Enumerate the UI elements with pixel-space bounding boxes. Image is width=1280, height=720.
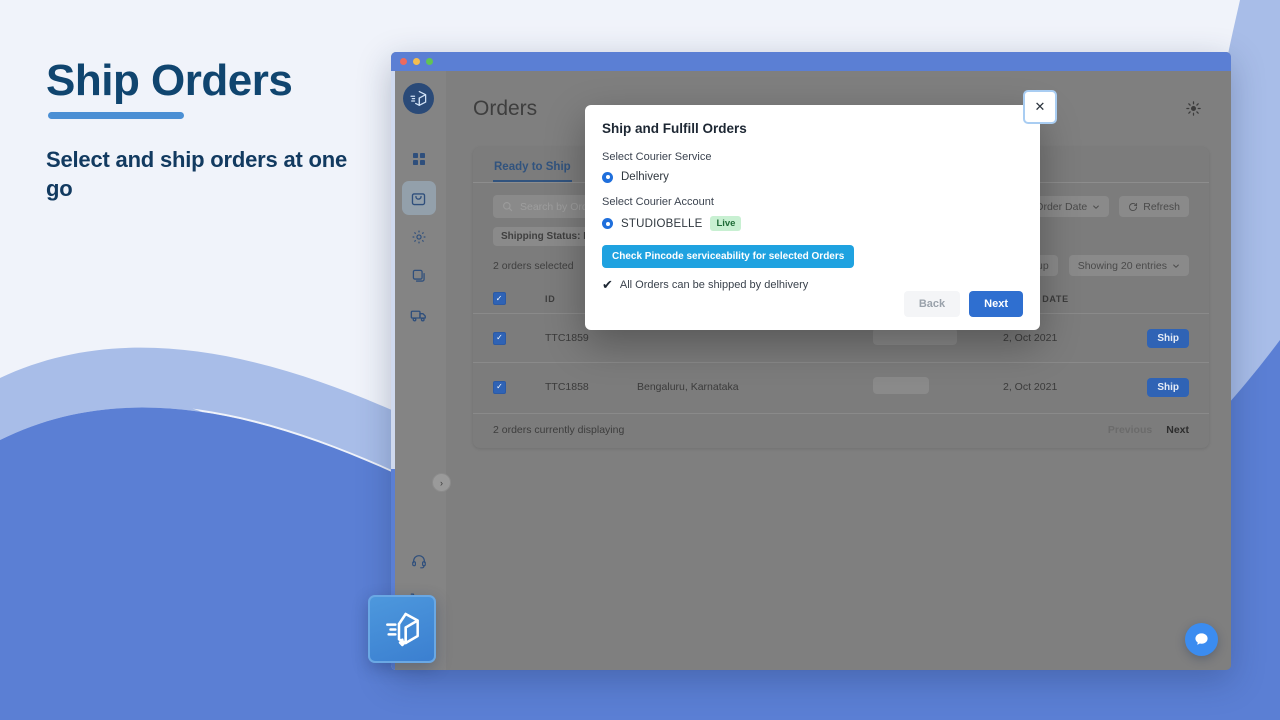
row-checkbox[interactable]: ✓ [493,331,506,345]
row-order-date: 2, Oct 2021 [1003,362,1107,411]
displaying-count-label: 2 orders currently displaying [493,424,625,436]
sidebar-item-shipments[interactable] [402,298,436,332]
courier-service-label: Select Courier Service [602,151,712,163]
sidebar-edge-accent [391,71,395,670]
sidebar-item-pages[interactable] [402,259,436,293]
courier-account-option-label: STUDIOBELLE [621,217,703,230]
modal-title: Ship and Fulfill Orders [602,121,747,136]
pagination-previous[interactable]: Previous [1108,424,1152,436]
refresh-icon [1129,202,1138,211]
radio-selected-icon[interactable] [602,218,613,229]
chat-bubble-button[interactable] [1185,623,1218,656]
ship-button[interactable]: Ship [1147,377,1189,397]
checkmark-icon: ✔ [602,277,613,292]
select-all-checkbox[interactable]: ✓ [493,292,506,305]
window-maximize-dot[interactable] [426,58,433,65]
serviceability-result-row: ✔ All Orders can be shipped by delhivery [602,278,1023,291]
app-logo-icon[interactable] [403,83,434,114]
select-all-header: ✓ [473,284,545,314]
entries-per-page-control[interactable]: Showing 20 entries [1068,255,1189,276]
selection-count-label: 2 orders selected [493,259,574,272]
refresh-label: Refresh [1143,200,1180,213]
orders-table-footer: 2 orders currently displaying Previous N… [473,413,1209,448]
window-close-dot[interactable] [400,58,407,65]
next-button[interactable]: Next [969,291,1023,317]
row-order-id: TTC1858 [545,362,637,411]
check-pincode-serviceability-button[interactable]: Check Pincode serviceability for selecte… [602,245,855,268]
sidebar-item-orders[interactable] [401,181,436,215]
promo-subtitle: Select and ship orders at one go [46,147,348,202]
chevron-down-icon [1173,264,1179,268]
serviceability-result-text: All Orders can be shipped by delhivery [619,278,809,291]
table-row[interactable]: ✓ TTC1858 Bengaluru, Karnataka 2, Oct 20… [473,362,1209,411]
radio-selected-icon[interactable] [602,171,613,183]
page-title: Ship Orders [46,56,293,105]
slide-canvas: Ship Orders Select and ship orders at on… [0,0,1280,720]
pagination: Previous Next [1108,424,1189,436]
pagination-next[interactable]: Next [1166,424,1189,436]
theme-sun-icon[interactable] [1186,101,1201,121]
row-checkbox[interactable]: ✓ [493,380,506,394]
row-checkbox-cell: ✓ [473,313,545,363]
back-button[interactable]: Back [903,291,961,317]
row-checkbox-cell: ✓ [473,362,545,411]
status-badge-live: Live [710,216,742,231]
modal-close-icon[interactable]: ✕ [1023,90,1057,124]
row-customer: Bengaluru, Karnataka [637,362,873,411]
promo-block: Ship Orders Select and ship orders at on… [46,56,376,204]
app-sidebar: › [391,71,451,670]
row-action-cell: Ship [1107,313,1209,363]
courier-service-option-label: Delhivery [621,171,669,183]
sidebar-item-support[interactable] [402,544,436,578]
column-header-action [1107,284,1209,314]
courier-service-option-row[interactable]: Delhivery [602,171,1023,183]
search-icon [503,202,513,212]
title-underline [48,112,184,120]
entries-label: Showing 20 entries [1077,259,1167,272]
sidebar-item-settings[interactable] [402,220,436,254]
window-minimize-dot[interactable] [413,58,420,65]
window-titlebar [391,52,1231,71]
sidebar-item-dashboard[interactable] [402,142,436,176]
courier-account-option-row[interactable]: STUDIOBELLE Live [602,216,1023,231]
row-status [873,362,1003,411]
chevron-down-icon [1093,205,1100,209]
ship-button[interactable]: Ship [1147,328,1189,348]
courier-account-label: Select Courier Account [602,196,714,208]
chat-bubble-icon [1195,633,1208,645]
row-action-cell: Ship [1107,362,1209,411]
sort-label: Order Date [1035,200,1088,213]
refresh-button[interactable]: Refresh [1119,196,1189,217]
tab-ready-to-ship[interactable]: Ready to Ship [493,157,572,182]
ship-and-fulfill-modal: ✕ Ship and Fulfill Orders Select Courier… [585,90,1057,330]
modal-actions: Back Next [903,291,1023,317]
app-product-icon [368,595,436,663]
